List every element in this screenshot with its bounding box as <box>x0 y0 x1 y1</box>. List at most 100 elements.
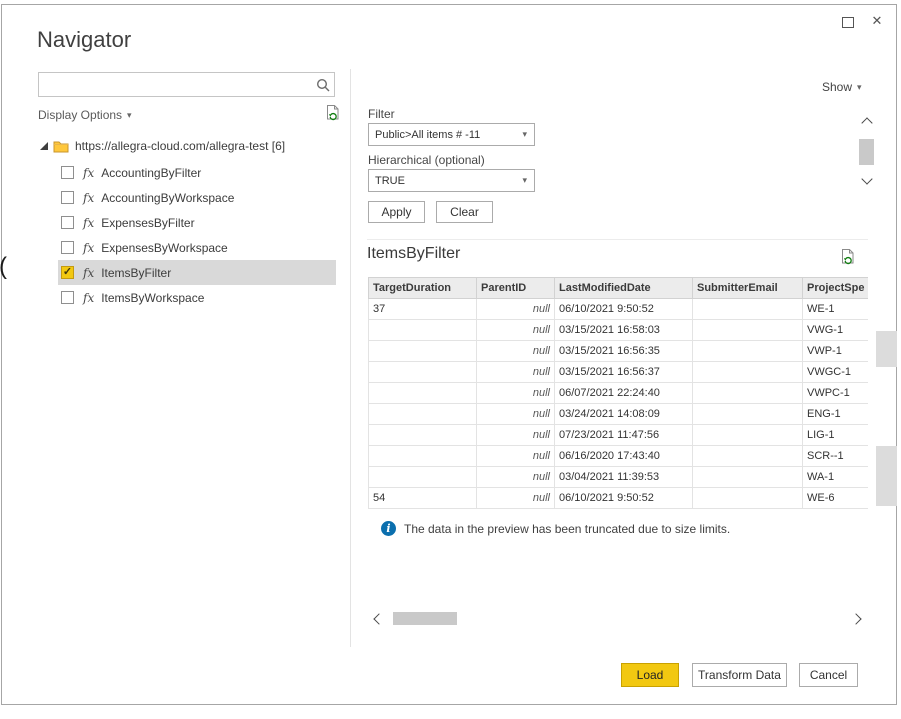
table-cell: SCR--1 <box>803 446 869 467</box>
expand-collapse-icon[interactable] <box>40 142 48 150</box>
filter-dropdown[interactable]: Public>All items # -11 ▾ <box>368 123 535 146</box>
checkbox-checked[interactable] <box>61 266 74 279</box>
table-cell <box>369 341 477 362</box>
hierarchical-dropdown[interactable]: TRUE ▾ <box>368 169 535 192</box>
table-row: null07/23/2021 11:47:56LIG-1 <box>369 425 869 446</box>
checkbox[interactable] <box>61 241 74 254</box>
table-cell: ENG-1 <box>803 404 869 425</box>
hierarchical-value: TRUE <box>375 175 405 187</box>
table-row: 54null06/10/2021 9:50:52WE-6 <box>369 488 869 509</box>
table-cell <box>369 320 477 341</box>
cancel-button[interactable]: Cancel <box>799 663 858 687</box>
load-button[interactable]: Load <box>621 663 679 687</box>
function-icon: fx <box>83 241 94 255</box>
scrollbar-thumb[interactable] <box>859 139 874 165</box>
function-icon: fx <box>83 291 94 305</box>
caret-down-icon: ▾ <box>522 130 527 139</box>
table-cell: WE-1 <box>803 299 869 320</box>
tree-item-ExpensesByFilter[interactable]: fxExpensesByFilter <box>58 210 336 235</box>
clear-button[interactable]: Clear <box>436 201 493 223</box>
table-cell: null <box>477 341 555 362</box>
close-button[interactable]: ✕ <box>866 11 888 31</box>
checkbox[interactable] <box>61 291 74 304</box>
function-icon: fx <box>83 216 94 230</box>
scroll-down-icon[interactable] <box>861 173 872 184</box>
table-cell: WA-1 <box>803 467 869 488</box>
column-header[interactable]: ParentID <box>477 278 555 299</box>
vertical-scrollbar[interactable] <box>859 117 875 189</box>
tree-root[interactable]: https://allegra-cloud.com/allegra-test [… <box>40 134 285 158</box>
table-row: null06/07/2021 22:24:40VWPC-1 <box>369 383 869 404</box>
info-icon: i <box>381 521 396 536</box>
table-cell: 03/15/2021 16:56:37 <box>555 362 693 383</box>
apply-button[interactable]: Apply <box>368 201 425 223</box>
table-cell: 37 <box>369 299 477 320</box>
maximize-icon <box>842 17 854 28</box>
display-options-label: Display Options <box>38 108 122 122</box>
table-cell: null <box>477 320 555 341</box>
tree-item-label: AccountingByFilter <box>101 166 201 180</box>
table-header-row: TargetDurationParentIDLastModifiedDateSu… <box>369 278 869 299</box>
tree-item-ExpensesByWorkspace[interactable]: fxExpensesByWorkspace <box>58 235 336 260</box>
scrollbar-thumb[interactable] <box>393 612 457 625</box>
filter-value: Public>All items # -11 <box>375 129 480 141</box>
table-cell: VWGC-1 <box>803 362 869 383</box>
column-header[interactable]: SubmitterEmail <box>693 278 803 299</box>
horizontal-scrollbar[interactable] <box>368 611 867 626</box>
table-cell <box>369 362 477 383</box>
table-cell: null <box>477 383 555 404</box>
table-cell: 06/10/2021 9:50:52 <box>555 488 693 509</box>
table-cell: 07/23/2021 11:47:56 <box>555 425 693 446</box>
background-scrollbar-fragment <box>876 331 897 367</box>
table-cell: VWPC-1 <box>803 383 869 404</box>
function-icon: fx <box>83 166 94 180</box>
truncation-notice: i The data in the preview has been trunc… <box>381 521 730 536</box>
caret-down-icon: ▾ <box>127 111 132 120</box>
table-cell: 06/16/2020 17:43:40 <box>555 446 693 467</box>
tree-item-label: AccountingByWorkspace <box>101 191 234 205</box>
search-icon[interactable] <box>312 78 334 92</box>
show-dropdown[interactable]: Show ▾ <box>822 80 862 94</box>
tree-item-ItemsByWorkspace[interactable]: fx ItemsByWorkspace <box>58 285 336 310</box>
table-cell: null <box>477 425 555 446</box>
function-icon: fx <box>83 266 94 280</box>
checkbox[interactable] <box>61 216 74 229</box>
table-cell <box>369 446 477 467</box>
search-box <box>38 72 335 97</box>
tree-item-AccountingByWorkspace[interactable]: fxAccountingByWorkspace <box>58 185 336 210</box>
close-icon: ✕ <box>872 13 883 29</box>
checkbox[interactable] <box>61 191 74 204</box>
table-cell <box>693 425 803 446</box>
display-options-dropdown[interactable]: Display Options ▾ <box>38 108 132 122</box>
scroll-right-icon[interactable] <box>850 613 861 624</box>
background-scrollbar-fragment <box>876 446 897 506</box>
table-cell <box>693 446 803 467</box>
maximize-button[interactable] <box>838 13 858 31</box>
table-cell <box>693 488 803 509</box>
table-cell <box>693 467 803 488</box>
refresh-preview-icon[interactable] <box>841 248 856 270</box>
table-cell <box>369 383 477 404</box>
tree-root-label: https://allegra-cloud.com/allegra-test [… <box>75 139 285 153</box>
table-row: null03/04/2021 11:39:53WA-1 <box>369 467 869 488</box>
checkbox[interactable] <box>61 166 74 179</box>
scroll-left-icon[interactable] <box>373 613 384 624</box>
table-cell: WE-6 <box>803 488 869 509</box>
refresh-icon[interactable] <box>326 104 341 126</box>
column-header[interactable]: ProjectSpe <box>803 278 869 299</box>
table-cell: null <box>477 362 555 383</box>
search-input[interactable] <box>39 73 312 96</box>
table-cell: null <box>477 299 555 320</box>
table-cell: null <box>477 467 555 488</box>
column-header[interactable]: TargetDuration <box>369 278 477 299</box>
transform-data-button[interactable]: Transform Data <box>692 663 787 687</box>
column-header[interactable]: LastModifiedDate <box>555 278 693 299</box>
truncation-text: The data in the preview has been truncat… <box>404 522 730 536</box>
screen-edge-artifact: ( <box>0 253 7 281</box>
preview-table: TargetDurationParentIDLastModifiedDateSu… <box>368 277 868 512</box>
tree-item-label: ItemsByWorkspace <box>101 291 204 305</box>
preview-divider <box>367 239 868 240</box>
tree-item-AccountingByFilter[interactable]: fx AccountingByFilter <box>58 160 336 185</box>
scroll-up-icon[interactable] <box>861 117 872 128</box>
tree-item-ItemsByFilter[interactable]: fxItemsByFilter <box>58 260 336 285</box>
